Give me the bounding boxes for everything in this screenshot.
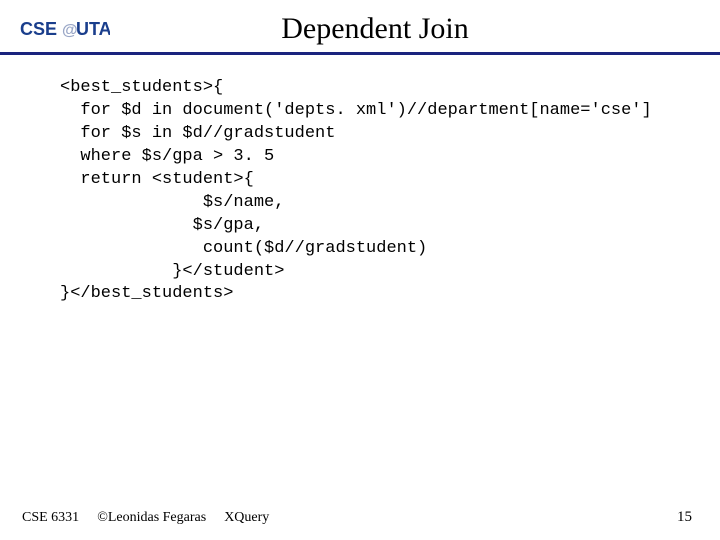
code-line: for $d in document('depts. xml')//depart… <box>60 101 652 120</box>
code-line: $s/name, <box>60 193 284 212</box>
code-line: $s/gpa, <box>60 216 264 235</box>
footer-page-number: 15 <box>677 509 692 526</box>
code-line: where $s/gpa > 3. 5 <box>60 147 274 166</box>
footer-course: CSE 6331 <box>22 510 79 526</box>
code-block: <best_students>{ for $d in document('dep… <box>0 55 720 306</box>
code-line: }</best_students> <box>60 284 233 303</box>
code-line: for $s in $d//gradstudent <box>60 124 335 143</box>
footer: CSE 6331 ©Leonidas Fegaras XQuery 15 <box>0 509 720 526</box>
code-line: count($d//gradstudent) <box>60 239 427 258</box>
slide-title: Dependent Join <box>50 12 700 46</box>
code-line: <best_students>{ <box>60 78 223 97</box>
header: CSE @ UTA Dependent Join <box>0 0 720 46</box>
code-line: return <student>{ <box>60 170 254 189</box>
footer-author: ©Leonidas Fegaras <box>97 510 206 526</box>
code-line: }</student> <box>60 262 284 281</box>
footer-topic: XQuery <box>224 510 269 526</box>
